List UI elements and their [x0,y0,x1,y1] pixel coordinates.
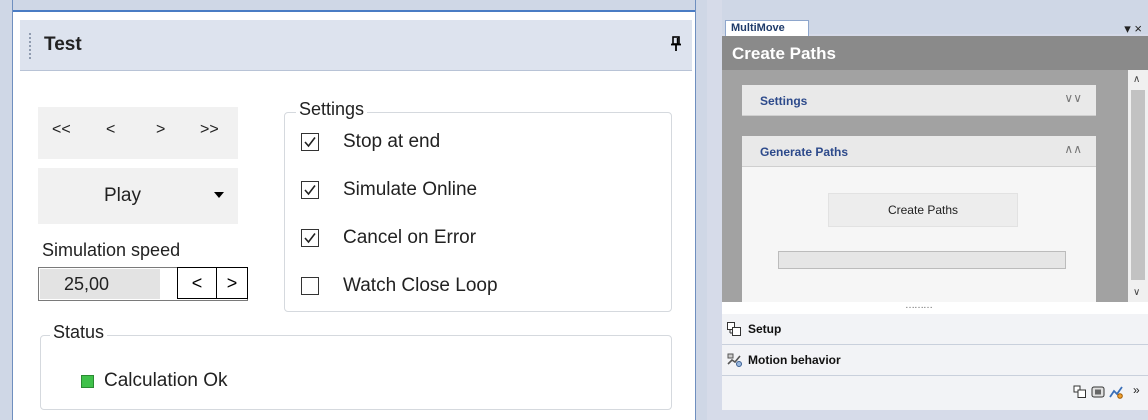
nav-label-setup: Setup [748,322,782,336]
speed-value-field[interactable]: 25,00 [40,269,160,299]
expand-chevron-icon[interactable]: ∨∨ [1064,91,1082,105]
drag-grip-icon[interactable] [28,32,32,60]
vertical-scrollbar[interactable]: ∧ ∨ [1128,70,1148,302]
scroll-thumb[interactable] [1131,90,1145,280]
checkbox[interactable] [301,277,319,295]
scroll-down-icon[interactable]: ∨ [1133,287,1140,298]
motion-behavior-icon [727,353,742,367]
section-generate-header[interactable]: Generate Paths ∧∧ [742,136,1096,167]
speed-increase-button[interactable]: > [217,267,248,299]
create-paths-button[interactable]: Create Paths [828,193,1018,227]
test-window: Test << < > >> Play Simulation speed 25,… [0,0,707,420]
status-text: Calculation Ok [104,370,228,391]
simulation-speed-label: Simulation speed [42,240,181,260]
checkbox[interactable] [301,229,319,247]
checkmark-icon [304,185,316,196]
overflow-chevron-icon[interactable]: » [1133,383,1140,397]
multimove-tab-bar: MultiMove ▾ × [722,0,1148,37]
settings-legend: Settings [296,99,368,120]
section-generate-label: Generate Paths [760,145,849,159]
nav-item-setup[interactable]: Setup [722,314,1148,345]
motion-icon[interactable] [1109,385,1123,399]
window-right-border [695,0,707,420]
test-panel-body: << < > >> Play Simulation speed 25,00 < … [20,71,692,420]
create-paths-title: Create Paths [732,44,836,63]
progress-bar [778,251,1066,269]
status-group: Status Calculation Ok [40,322,672,410]
option-label: Simulate Online [343,179,478,200]
step-forward-button[interactable]: > [156,121,165,139]
option-label: Watch Close Loop [343,275,498,296]
status-legend: Status [50,322,108,343]
dropdown-caret-icon[interactable] [214,192,224,198]
checkbox[interactable] [301,181,319,199]
scroll-up-icon[interactable]: ∧ [1133,74,1140,85]
checkmark-icon [304,233,316,244]
stop-icon[interactable] [1091,385,1105,399]
nav-label-motion: Motion behavior [748,353,841,367]
create-paths-header: Create Paths [722,36,1148,70]
window-bottom-border [722,410,1148,420]
checkbox[interactable] [301,133,319,151]
step-back-button[interactable]: < [106,121,115,139]
section-settings-label: Settings [760,94,808,108]
step-controls: << < > >> [38,107,238,159]
panel-title: Test [44,34,82,55]
rewind-button[interactable]: << [52,121,71,139]
window-left-border [0,0,13,420]
setup-icon [727,322,741,336]
setup-icon[interactable] [1073,385,1087,399]
navigation-toolbar: » [722,376,1148,411]
option-label: Stop at end [343,131,441,152]
tab-multimove[interactable]: MultiMove [725,20,809,36]
grip-dots-icon: ……… [905,300,933,311]
simulation-speed-control: 25,00 < > [38,267,248,301]
generate-paths-body: Create Paths [742,167,1096,302]
play-button[interactable]: Play [38,168,238,224]
window-menu-close-icons[interactable]: ▾ × [1124,21,1142,37]
checkmark-icon [304,137,316,148]
nav-item-motion-behavior[interactable]: Motion behavior [722,345,1148,376]
pin-icon[interactable] [670,36,682,52]
speed-decrease-button[interactable]: < [177,267,217,299]
settings-group: Settings Stop at end Simulate Online Can… [284,99,672,312]
play-label: Play [104,185,141,206]
test-panel-header: Test [20,20,692,71]
collapse-chevron-icon[interactable]: ∧∧ [1064,142,1082,156]
multimove-window: MultiMove ▾ × Create Paths Settings ∨∨ G… [722,0,1148,420]
fast-forward-button[interactable]: >> [200,121,219,139]
window-top-border [0,0,706,12]
section-settings-header[interactable]: Settings ∨∨ [742,85,1096,116]
option-label: Cancel on Error [343,227,477,248]
speed-value: 25,00 [64,274,110,294]
splitter-handle[interactable]: ……… [722,300,1148,314]
status-led-icon [81,375,94,388]
